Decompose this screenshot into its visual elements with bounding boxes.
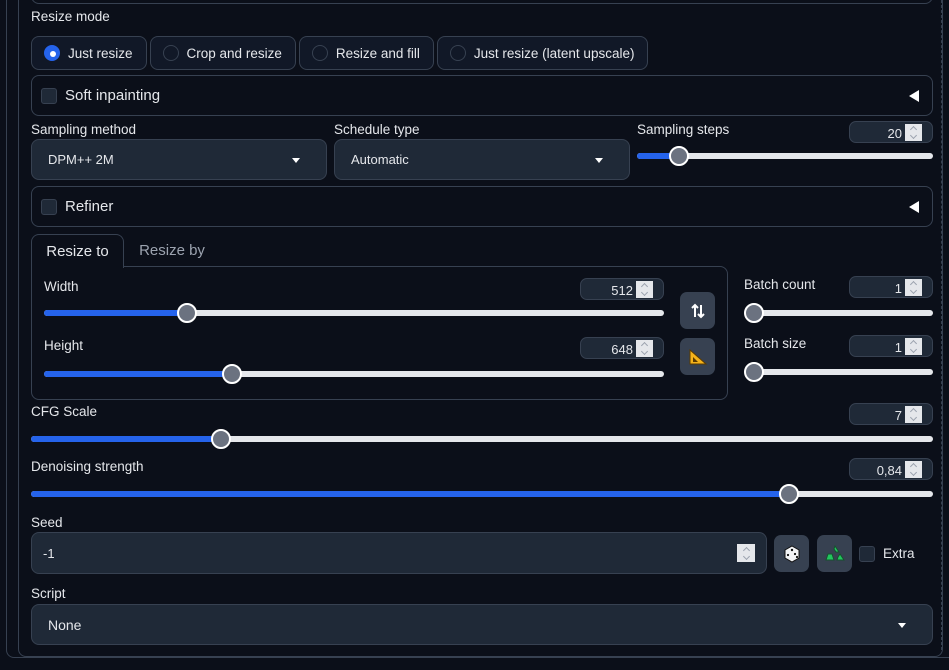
extra-label: Extra bbox=[883, 546, 915, 561]
slider-thumb[interactable] bbox=[744, 362, 764, 382]
seed-input[interactable]: -1 bbox=[31, 532, 767, 574]
radio-checked-icon bbox=[44, 45, 60, 61]
sampling-method-value: DPM++ 2M bbox=[48, 152, 114, 167]
resize-mode-label: Resize mode bbox=[31, 9, 110, 24]
radio-label: Resize and fill bbox=[335, 45, 420, 61]
width-input[interactable]: 512 bbox=[580, 278, 664, 300]
resize-mode-radio-group: Just resize Crop and resize Resize and f… bbox=[31, 36, 649, 70]
refiner-accordion[interactable]: Refiner bbox=[31, 186, 933, 227]
tab-resize-by[interactable]: Resize by bbox=[124, 234, 220, 267]
chevron-down-icon bbox=[595, 158, 603, 163]
spinner-icon[interactable] bbox=[737, 544, 755, 562]
radio-unchecked-icon bbox=[449, 45, 466, 61]
swap-dimensions-icon bbox=[690, 303, 705, 318]
schedule-type-dropdown[interactable]: Automatic bbox=[334, 139, 630, 180]
batch-size-label: Batch size bbox=[744, 336, 807, 351]
sampling-steps-slider[interactable] bbox=[637, 146, 933, 166]
sampling-method-label: Sampling method bbox=[31, 122, 137, 137]
denoising-strength-value: 0,84 bbox=[876, 463, 902, 478]
swap-dimensions-button[interactable] bbox=[680, 292, 715, 329]
slider-fill bbox=[44, 310, 188, 316]
cfg-scale-input[interactable]: 7 bbox=[849, 403, 933, 425]
slider-thumb[interactable] bbox=[210, 429, 231, 449]
denoising-strength-input[interactable]: 0,84 bbox=[849, 458, 933, 480]
soft-inpainting-accordion[interactable]: Soft inpainting bbox=[31, 75, 933, 116]
denoising-strength-slider[interactable] bbox=[31, 484, 933, 504]
batch-count-value: 1 bbox=[894, 281, 902, 296]
slider-thumb[interactable] bbox=[177, 303, 198, 323]
batch-size-slider[interactable] bbox=[744, 362, 933, 382]
soft-inpainting-checkbox[interactable] bbox=[41, 87, 57, 104]
chevron-down-icon bbox=[898, 623, 906, 628]
refiner-checkbox[interactable] bbox=[41, 198, 57, 215]
batch-count-label: Batch count bbox=[744, 277, 816, 292]
radio-unchecked-icon bbox=[162, 45, 179, 61]
tab-resize-to[interactable]: Resize to bbox=[31, 234, 124, 268]
slider-fill bbox=[31, 491, 789, 497]
radio-crop-and-resize[interactable]: Crop and resize bbox=[149, 36, 296, 70]
spinner-icon[interactable] bbox=[905, 124, 922, 141]
spinner-icon[interactable] bbox=[905, 338, 922, 355]
collapse-arrow-icon[interactable] bbox=[909, 201, 919, 213]
scroll-divider bbox=[941, 0, 942, 650]
sampling-steps-input[interactable]: 20 bbox=[849, 121, 933, 143]
slider-fill bbox=[44, 371, 232, 377]
spinner-icon[interactable] bbox=[905, 406, 922, 423]
sampling-steps-value: 20 bbox=[887, 126, 902, 141]
schedule-type-label: Schedule type bbox=[334, 122, 420, 137]
random-seed-button[interactable] bbox=[774, 535, 809, 572]
radio-just-resize[interactable]: Just resize bbox=[31, 36, 147, 70]
cfg-scale-slider[interactable] bbox=[31, 429, 933, 449]
seed-value: -1 bbox=[43, 546, 55, 561]
slider-thumb[interactable] bbox=[778, 484, 799, 504]
chevron-down-icon bbox=[292, 158, 300, 163]
recycle-icon bbox=[824, 544, 845, 560]
slider-thumb[interactable] bbox=[221, 364, 242, 384]
spinner-icon[interactable] bbox=[905, 461, 922, 478]
sampling-steps-label: Sampling steps bbox=[637, 122, 730, 137]
slider-fill bbox=[31, 436, 221, 442]
height-label: Height bbox=[44, 338, 84, 353]
script-label: Script bbox=[31, 586, 66, 601]
script-dropdown[interactable]: None bbox=[31, 604, 933, 645]
radio-unchecked-icon bbox=[311, 45, 328, 61]
cfg-scale-value: 7 bbox=[894, 408, 902, 423]
previous-section-box bbox=[31, 0, 933, 4]
radio-label: Just resize (latent upscale) bbox=[473, 45, 635, 61]
spinner-icon[interactable] bbox=[636, 281, 653, 298]
spinner-icon[interactable] bbox=[636, 340, 653, 357]
reuse-seed-button[interactable] bbox=[817, 535, 852, 572]
radio-label: Just resize bbox=[68, 45, 133, 61]
cfg-scale-label: CFG Scale bbox=[31, 404, 98, 419]
radio-label: Crop and resize bbox=[186, 45, 282, 61]
schedule-type-value: Automatic bbox=[351, 152, 409, 167]
slider-thumb[interactable] bbox=[668, 146, 689, 166]
refiner-title: Refiner bbox=[65, 198, 114, 215]
width-slider[interactable] bbox=[44, 303, 664, 323]
soft-inpainting-title: Soft inpainting bbox=[65, 87, 161, 104]
denoising-strength-label: Denoising strength bbox=[31, 459, 144, 474]
collapse-arrow-icon[interactable] bbox=[909, 90, 919, 102]
triangle-ruler-icon bbox=[689, 348, 707, 364]
spinner-icon[interactable] bbox=[905, 279, 922, 296]
aspect-ratio-button[interactable] bbox=[680, 338, 715, 375]
batch-count-slider[interactable] bbox=[744, 303, 933, 323]
height-input[interactable]: 648 bbox=[580, 337, 664, 359]
batch-size-value: 1 bbox=[894, 340, 902, 355]
radio-just-resize-latent[interactable]: Just resize (latent upscale) bbox=[436, 36, 649, 70]
extra-checkbox[interactable] bbox=[859, 546, 875, 562]
radio-resize-and-fill[interactable]: Resize and fill bbox=[298, 36, 434, 70]
batch-size-input[interactable]: 1 bbox=[849, 335, 933, 357]
slider-thumb[interactable] bbox=[744, 303, 764, 323]
script-value: None bbox=[48, 616, 82, 633]
height-value: 648 bbox=[611, 342, 633, 357]
width-label: Width bbox=[44, 279, 79, 294]
batch-count-input[interactable]: 1 bbox=[849, 276, 933, 298]
width-value: 512 bbox=[611, 283, 633, 298]
dice-icon bbox=[784, 544, 799, 563]
height-slider[interactable] bbox=[44, 364, 664, 384]
seed-label: Seed bbox=[31, 515, 63, 530]
sampling-method-dropdown[interactable]: DPM++ 2M bbox=[31, 139, 327, 180]
